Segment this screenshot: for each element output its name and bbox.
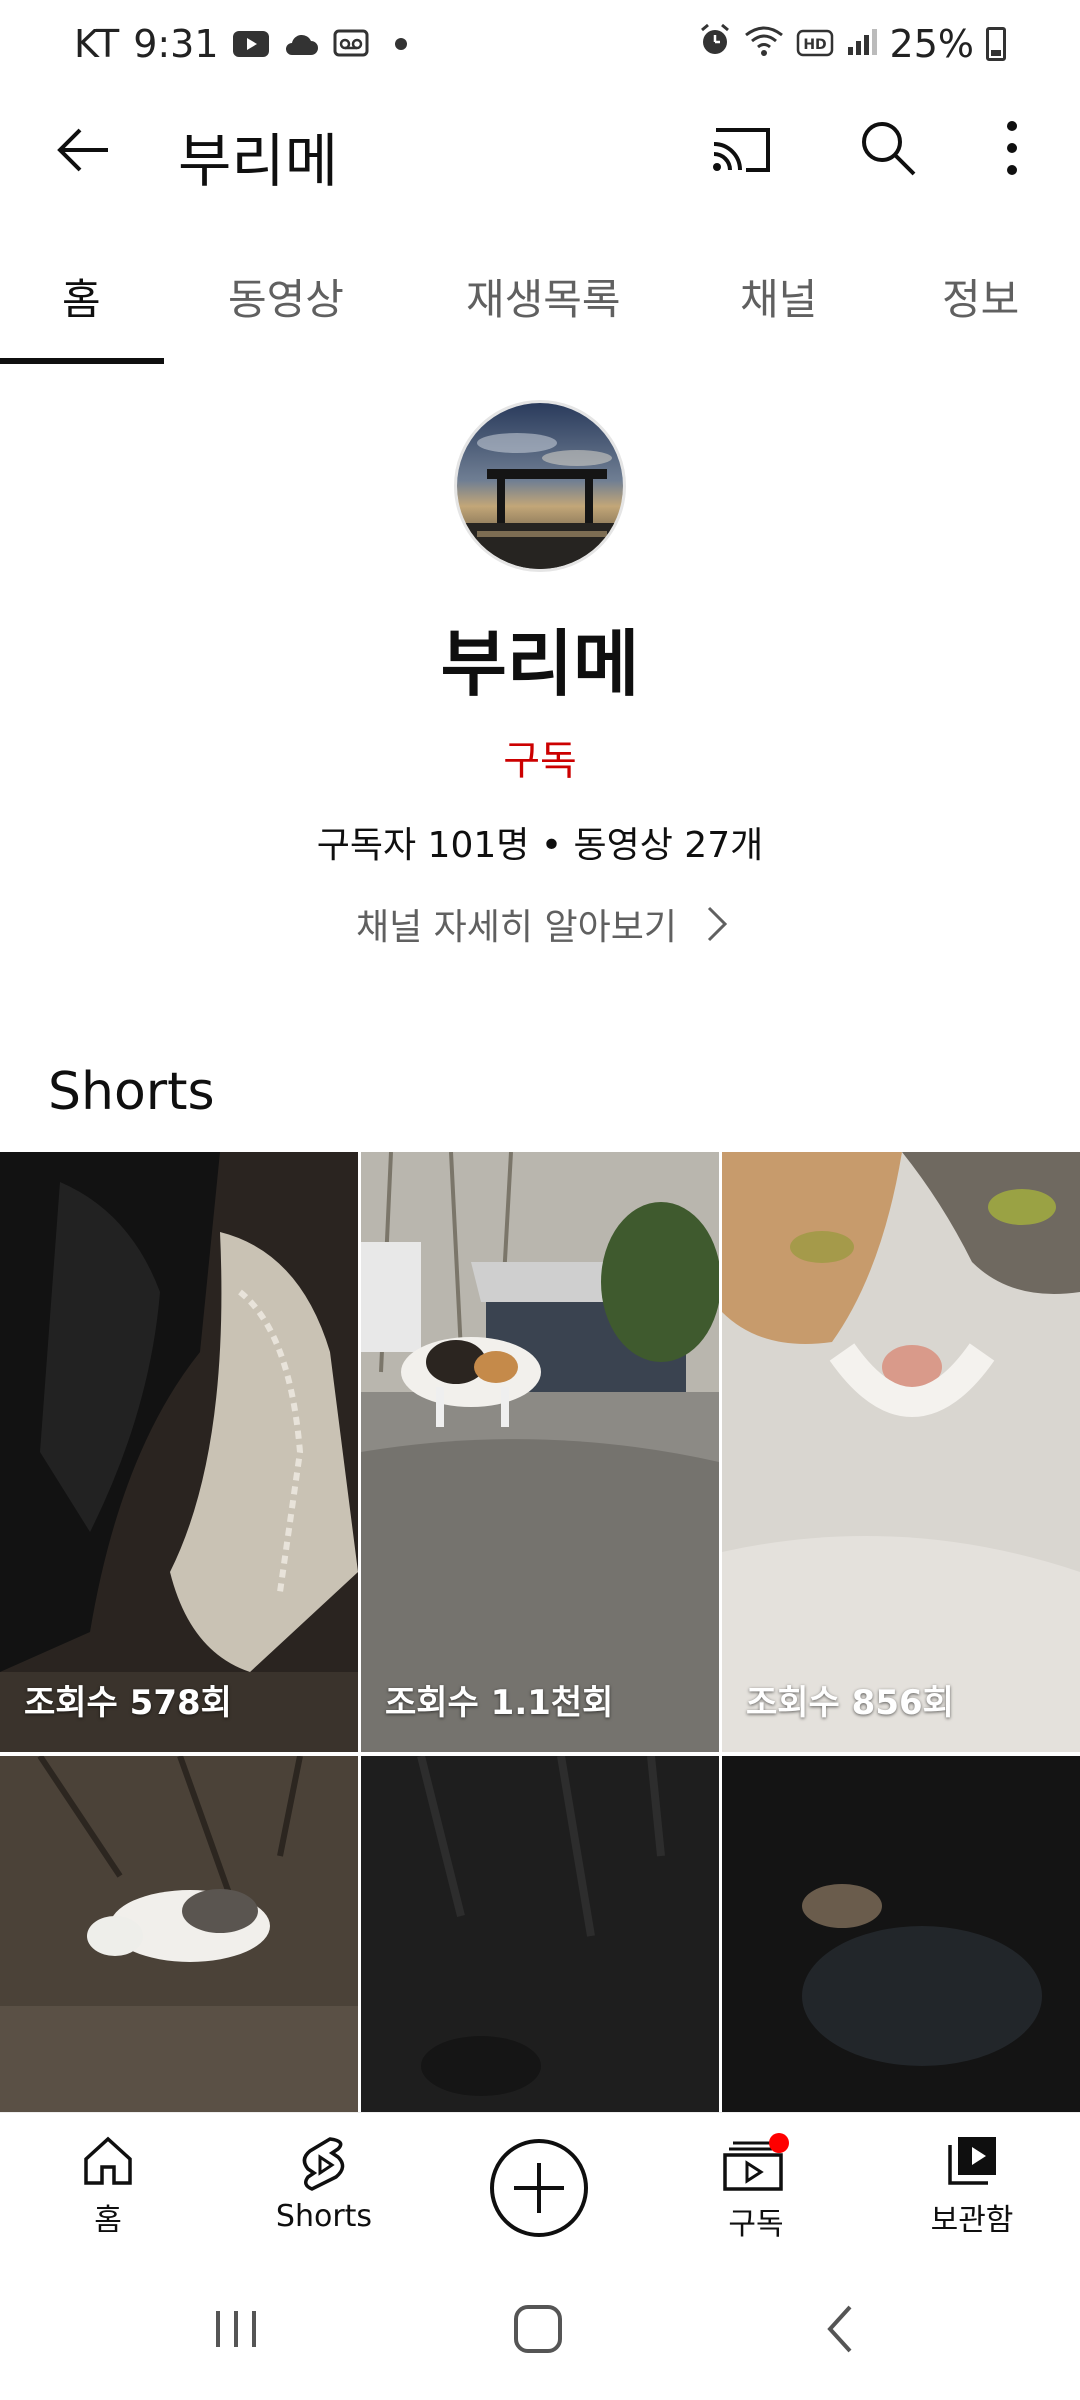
short-view-count: 조회수 578회 [24, 1683, 232, 1723]
short-thumbnail [722, 1756, 1080, 2112]
channel-tabs: 홈 동영상 재생목록 채널 정보 [0, 236, 1080, 364]
cloud-icon [283, 22, 319, 66]
nav-shorts-label: Shorts [275, 2199, 373, 2234]
short-item[interactable] [361, 1756, 719, 2112]
more-notifications-dot [394, 38, 407, 50]
recent-apps-icon[interactable] [206, 2301, 266, 2357]
channel-stats: 구독자 101명 • 동영상 27개 [316, 825, 764, 866]
back-button[interactable] [54, 120, 114, 180]
nav-library[interactable]: 보관함 [872, 2133, 1072, 2239]
carrier-label: KT [74, 22, 120, 66]
cast-button[interactable] [710, 122, 774, 178]
avatar-image [457, 403, 623, 569]
nav-home-label: 홈 [94, 2203, 122, 2238]
status-bar: KT 9:31 HD 25% [0, 0, 1080, 96]
nav-subscriptions[interactable]: 구독 [656, 2133, 856, 2243]
status-left: KT 9:31 [74, 22, 407, 66]
voicemail-icon [333, 22, 369, 66]
subscriptions-icon [723, 2133, 789, 2191]
more-vertical-icon [1007, 121, 1017, 175]
home-icon [84, 2136, 132, 2185]
status-right: HD 25% [698, 22, 1006, 66]
page-title: 부리메 [178, 127, 339, 195]
wifi-icon [744, 22, 784, 66]
signal-icon [846, 22, 878, 66]
bottom-navigation: 홈 Shorts 구독 보관함 [0, 2112, 1080, 2277]
short-view-count: 조회수 1.1천회 [385, 1683, 614, 1723]
back-arrow-icon [57, 128, 108, 172]
more-info-label: 채널 자세히 알아보기 [356, 907, 677, 948]
system-navigation-bar [0, 2277, 1080, 2400]
hd-voice-icon: HD [796, 22, 834, 66]
chevron-right-icon [707, 906, 728, 942]
battery-icon [986, 27, 1006, 61]
more-options-button[interactable] [1000, 116, 1024, 180]
notification-badge [769, 2133, 789, 2153]
search-icon [862, 122, 916, 176]
plus-icon [514, 2163, 564, 2213]
nav-subscriptions-label: 구독 [728, 2207, 784, 2242]
channel-name: 부리메 [440, 622, 640, 706]
short-thumbnail [0, 1756, 358, 2112]
short-item[interactable] [0, 1756, 358, 2112]
shorts-icon [302, 2137, 345, 2191]
short-item[interactable]: 조회수 856회 [722, 1152, 1080, 1752]
svg-text:HD: HD [803, 37, 826, 53]
youtube-notification-icon [232, 22, 269, 66]
short-item[interactable]: 조회수 1.1천회 [361, 1152, 719, 1752]
shorts-section-title: Shorts [48, 1062, 215, 1122]
nav-library-label: 보관함 [930, 2203, 1014, 2238]
channel-avatar[interactable] [454, 400, 626, 572]
nav-home[interactable]: 홈 [8, 2133, 208, 2239]
nav-shorts[interactable]: Shorts [224, 2133, 424, 2234]
create-button[interactable] [490, 2139, 588, 2237]
short-thumbnail [361, 1756, 719, 2112]
channel-more-info-link[interactable]: 채널 자세히 알아보기 [356, 898, 729, 950]
short-thumbnail [722, 1152, 1080, 1752]
tab-about[interactable]: 정보 [942, 266, 1019, 327]
tab-home[interactable]: 홈 [62, 266, 101, 327]
battery-percent: 25% [889, 22, 974, 66]
tab-playlists[interactable]: 재생목록 [466, 266, 621, 327]
active-tab-indicator [0, 358, 164, 364]
short-thumbnail [0, 1152, 358, 1752]
alarm-icon [698, 22, 732, 66]
short-thumbnail [361, 1152, 719, 1752]
short-view-count: 조회수 856회 [746, 1683, 954, 1723]
top-app-bar: 부리메 [0, 96, 1080, 206]
back-system-icon[interactable] [816, 2299, 866, 2359]
tab-channels[interactable]: 채널 [740, 266, 817, 327]
tab-videos[interactable]: 동영상 [228, 266, 344, 327]
search-button[interactable] [858, 118, 918, 178]
subscribe-button[interactable]: 구독 [0, 728, 1080, 786]
short-item[interactable]: 조회수 578회 [0, 1152, 358, 1752]
clock: 9:31 [133, 22, 219, 66]
short-item[interactable] [722, 1756, 1080, 2112]
cast-icon [713, 128, 770, 172]
library-icon [948, 2137, 996, 2185]
home-system-icon[interactable] [508, 2299, 568, 2359]
